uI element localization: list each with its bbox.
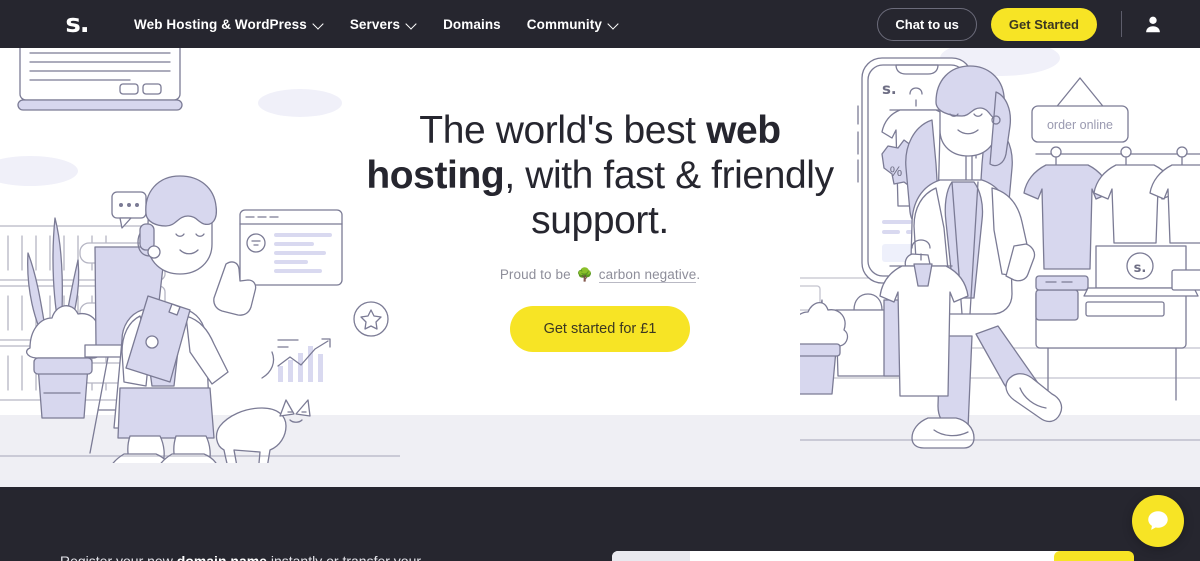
- domain-search-button[interactable]: [1054, 551, 1134, 561]
- chevron-down-icon: [314, 19, 324, 29]
- chevron-down-icon: [609, 19, 619, 29]
- eco-suffix-text: .: [696, 267, 701, 282]
- primary-nav-links: Web Hosting & WordPress Servers Domains …: [134, 17, 619, 32]
- headline-text-1: The world's best: [419, 109, 707, 152]
- domain-section-text: Register your new domain name instantly …: [60, 551, 460, 561]
- chat-widget-button[interactable]: [1132, 495, 1184, 547]
- support-agent-illustration-svg: .ln { fill:none; stroke:#7b7b95; stroke-…: [0, 48, 400, 463]
- carbon-negative-note: Proud to be 🌳 carbon negative.: [365, 267, 835, 283]
- chat-bubble-icon: [1148, 511, 1168, 530]
- nav-item-label: Domains: [443, 16, 501, 32]
- nav-actions: Chat to us Get Started: [877, 7, 1164, 41]
- nav-item-community[interactable]: Community: [527, 17, 619, 32]
- svg-text:s.: s.: [882, 80, 897, 98]
- nav-item-servers[interactable]: Servers: [350, 17, 417, 32]
- nav-item-label: Community: [526, 16, 602, 32]
- chat-to-us-button[interactable]: Chat to us: [877, 7, 977, 41]
- domain-search-section: Register your new domain name instantly …: [0, 487, 1200, 561]
- get-started-button[interactable]: Get Started: [990, 7, 1097, 41]
- online-shopping-illustration-svg: .r-ln { fill:none; stroke:#7b7b95; strok…: [800, 48, 1200, 449]
- domain-text-2: instantly or transfer your: [266, 553, 422, 561]
- svg-text:s.: s.: [1134, 261, 1147, 276]
- chevron-down-icon: [407, 19, 417, 29]
- page-root: s. Web Hosting & WordPress Servers Domai…: [0, 0, 1200, 561]
- nav-item-label: Web Hosting & WordPress: [134, 16, 307, 32]
- top-navigation-bar: s. Web Hosting & WordPress Servers Domai…: [0, 0, 1200, 48]
- hero-right-illustration: .r-ln { fill:none; stroke:#7b7b95; strok…: [800, 48, 1200, 463]
- nav-item-domains[interactable]: Domains: [443, 17, 501, 32]
- svg-text:%: %: [890, 163, 902, 179]
- order-online-sign-text: order online: [1047, 118, 1113, 132]
- hero-headline: The world's best web hosting, with fast …: [365, 108, 835, 243]
- nav-item-label: Servers: [349, 16, 401, 32]
- user-icon[interactable]: [1142, 13, 1164, 35]
- logo-s-dot-icon[interactable]: s.: [60, 7, 94, 41]
- carbon-negative-link[interactable]: carbon negative: [598, 267, 697, 283]
- hero-left-illustration: .ln { fill:none; stroke:#7b7b95; stroke-…: [0, 48, 400, 463]
- evergreen-tree-icon: 🌳: [576, 267, 593, 282]
- nav-divider: [1121, 11, 1122, 37]
- domain-search-field-wrapper: [612, 551, 1134, 561]
- hero-copy: The world's best web hosting, with fast …: [365, 108, 835, 352]
- domain-text-1: Register your new: [60, 553, 177, 561]
- hero-section: .ln { fill:none; stroke:#7b7b95; stroke-…: [0, 48, 1200, 487]
- nav-item-web-hosting-wordpress[interactable]: Web Hosting & WordPress: [134, 17, 324, 32]
- domain-search-input[interactable]: [694, 551, 1024, 561]
- headline-text-2: , with fast & friendly support.: [504, 154, 834, 242]
- domain-text-bold: domain name: [176, 553, 267, 561]
- get-started-for-1-pound-button[interactable]: Get started for £1: [509, 306, 691, 352]
- eco-prefix-text: Proud to be: [499, 267, 575, 282]
- domain-search-prefix: [612, 551, 690, 561]
